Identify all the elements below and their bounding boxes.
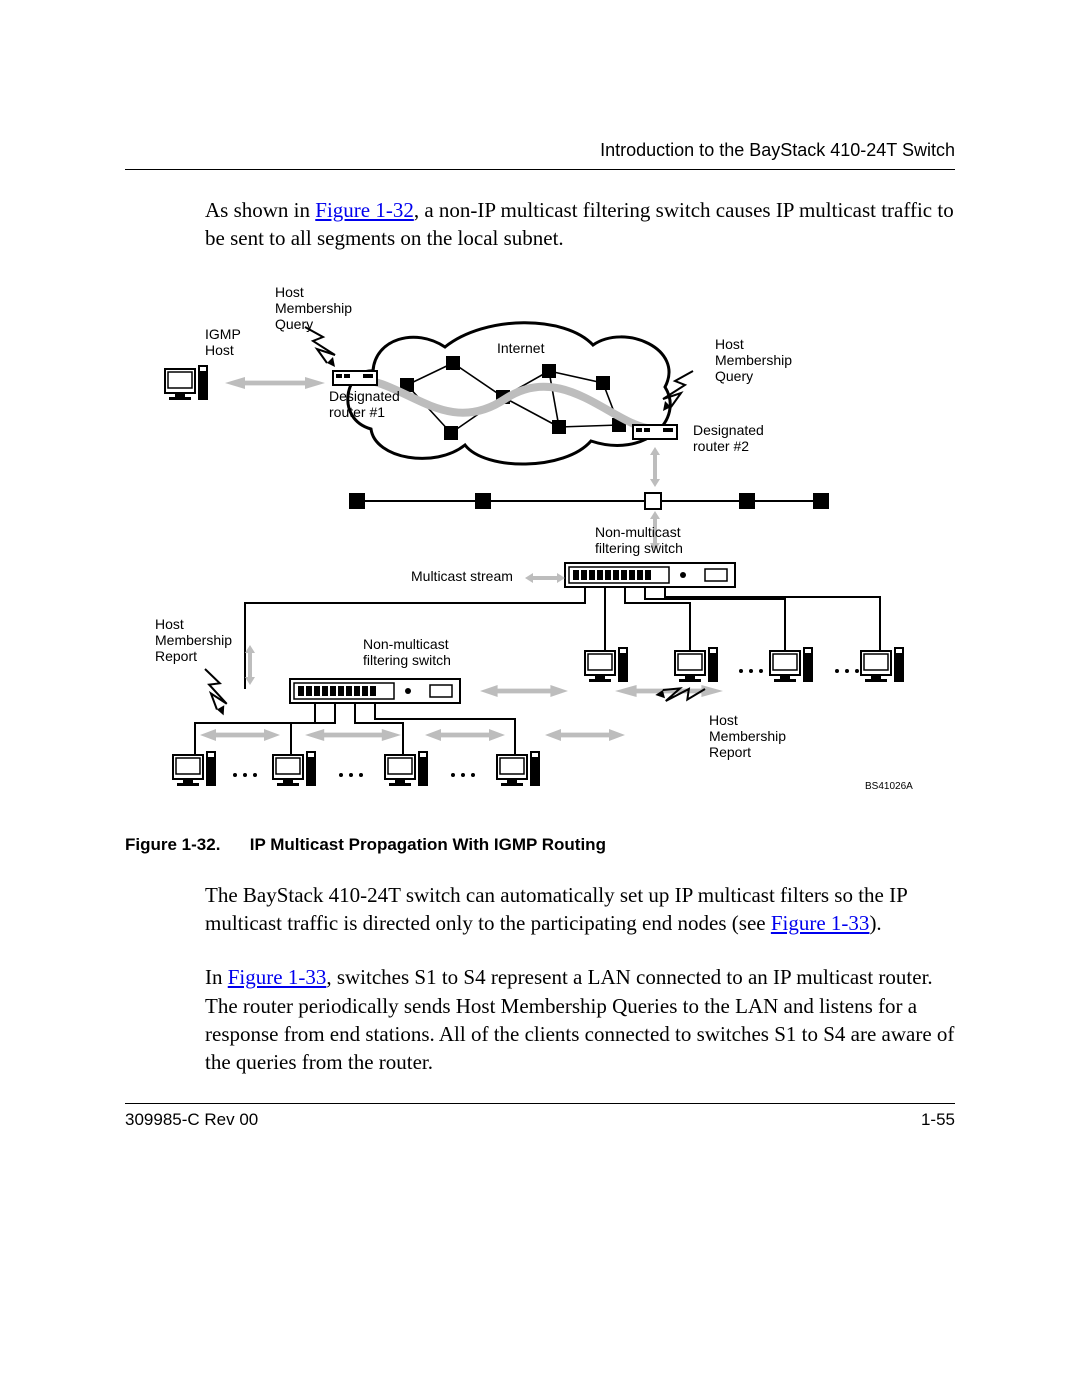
igmp-host-icon [165,365,208,400]
header-rule [125,169,955,170]
nmfs-label: Non-multicastfiltering switch [595,524,683,556]
paragraph-3: In Figure 1-33, switches S1 to S4 repres… [205,963,955,1076]
figure-reference-link[interactable]: Figure 1-32 [315,198,414,222]
text: In [205,965,228,989]
figure-code-label: BS41026A [865,781,913,792]
hmr1-label: HostMembershipReport [155,616,232,664]
doc-id: 309985-C Rev 00 [125,1110,258,1130]
text: As shown in [205,198,315,222]
caption-title: IP Multicast Propagation With IGMP Routi… [250,835,606,854]
figure-caption: Figure 1-32. IP Multicast Propagation Wi… [125,835,955,855]
hmq2-label: HostMembershipQuery [715,336,792,384]
paragraph-2: The BayStack 410-24T switch can automati… [205,881,955,938]
page-number: 1-55 [921,1110,955,1130]
paragraph-1: As shown in Figure 1-32, a non-IP multic… [205,196,955,253]
document-page: Introduction to the BayStack 410-24T Swi… [0,0,1080,1210]
internet-label: Internet [497,340,545,356]
pc-icon [385,751,428,786]
network-diagram-svg: IGMPHost HostMembershipQuery Internet Ho… [145,279,935,809]
pc-icon [173,751,216,786]
dr2-label: Designatedrouter #2 [693,422,764,454]
figure-reference-link[interactable]: Figure 1-33 [771,911,870,935]
pc-icon [770,647,813,682]
hmq1-label: HostMembershipQuery [275,284,352,332]
pc-icon [497,751,540,786]
text: ). [869,911,881,935]
footer-rule [125,1103,955,1104]
upper-switch-icon [565,563,735,587]
hmr2-label: HostMembershipReport [709,712,786,760]
pc-icon [585,647,628,682]
pc-icon [675,647,718,682]
pc-icon [273,751,316,786]
caption-number: Figure 1-32. [125,835,245,855]
pc-icon [861,647,904,682]
multicast-stream-label: Multicast stream [411,568,513,584]
nmfs2-label: Non-multicastfiltering switch [363,636,451,668]
igmp-host-label: IGMPHost [205,326,241,358]
designated-router-2-icon [633,425,677,439]
running-header: Introduction to the BayStack 410-24T Swi… [125,140,955,161]
designated-router-1-icon [333,371,377,385]
figure-1-32: IGMPHost HostMembershipQuery Internet Ho… [125,279,955,855]
lower-switch-icon [290,679,460,703]
page-footer: 309985-C Rev 00 1-55 [125,1110,955,1130]
figure-reference-link[interactable]: Figure 1-33 [228,965,327,989]
